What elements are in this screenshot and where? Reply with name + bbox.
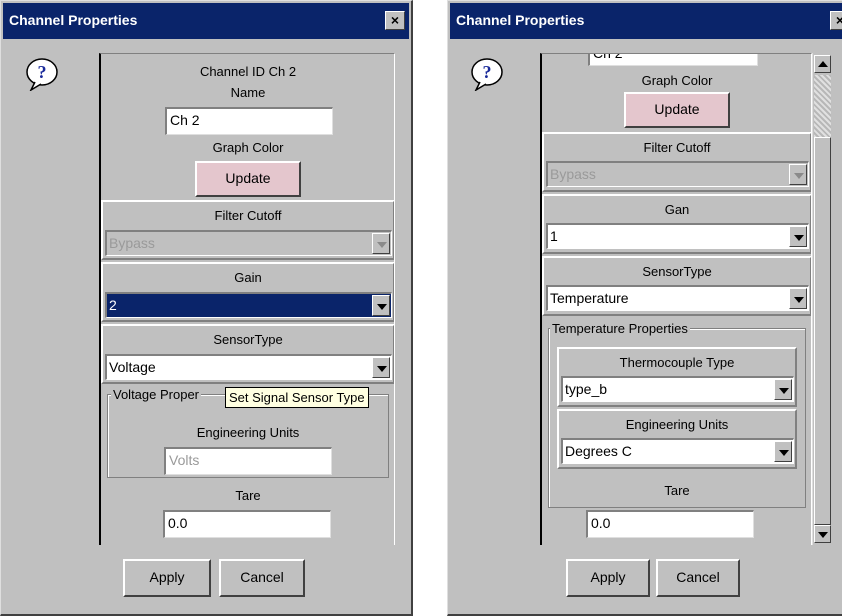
sensor-type-value: Temperature [550, 290, 629, 306]
dropdown-arrow-icon[interactable] [789, 164, 807, 185]
sensor-type-label: SensorType [642, 264, 712, 279]
scroll-up-button[interactable] [814, 55, 831, 73]
dropdown-arrow-icon[interactable] [789, 226, 807, 247]
thermocouple-type-select[interactable]: type_b [561, 376, 794, 402]
gain-value: 1 [550, 228, 558, 244]
gain-label: Gain [234, 270, 262, 285]
sensor-type-select[interactable]: Temperature [546, 285, 809, 311]
thermocouple-type-value: type_b [565, 381, 608, 397]
graph-color-label: Graph Color [212, 140, 284, 155]
channel-id-label: Channel ID Ch 2 [199, 64, 297, 79]
channel-properties-dialog-left: Channel Properties × ? Channel ID Ch 2 N… [0, 0, 413, 616]
name-field[interactable]: Ch 2 [165, 107, 333, 135]
sensor-type-select[interactable]: Voltage [105, 354, 392, 380]
filter-cutoff-group: Filter Cutoff Bypass [101, 200, 394, 260]
update-color-button[interactable]: Update [195, 161, 301, 197]
dropdown-arrow-icon[interactable] [789, 288, 807, 309]
filter-cutoff-value: Bypass [550, 166, 596, 182]
dropdown-arrow-icon[interactable] [774, 379, 792, 400]
gain-group: Gan 1 [542, 194, 811, 254]
channel-properties-dialog-right: Channel Properties × ? Ch 2 Graph Color … [447, 0, 842, 616]
cancel-button[interactable]: Cancel [219, 559, 305, 597]
cancel-button[interactable]: Cancel [656, 559, 740, 597]
sensor-type-value: Voltage [109, 359, 156, 375]
scroll-up-icon [818, 61, 828, 67]
engineering-units-value: Degrees C [565, 443, 632, 459]
engineering-units-select[interactable]: Degrees C [561, 438, 794, 464]
apply-button[interactable]: Apply [123, 559, 211, 597]
engineering-units-label: Engineering Units [196, 425, 300, 440]
name-label: Name [230, 85, 266, 100]
filter-cutoff-group: Filter Cutoff Bypass [542, 132, 811, 192]
gain-group: Gain 2 [101, 262, 394, 322]
engineering-units-group: Engineering Units Degrees C [557, 409, 797, 469]
temperature-properties-legend: Temperature Properties [550, 321, 690, 336]
tare-label: Tare [235, 488, 261, 503]
name-field-clipped[interactable]: Ch 2 [588, 54, 758, 66]
apply-button[interactable]: Apply [566, 559, 650, 597]
gain-value: 2 [109, 297, 117, 313]
scroll-track[interactable] [814, 75, 831, 137]
gain-select[interactable]: 1 [546, 223, 809, 249]
tare-field[interactable]: 0.0 [163, 510, 331, 538]
filter-cutoff-label: Filter Cutoff [214, 208, 282, 223]
dialog-title: Channel Properties [9, 12, 138, 28]
close-button[interactable]: × [830, 11, 842, 30]
filter-cutoff-select[interactable]: Bypass [105, 230, 392, 256]
scroll-thumb[interactable] [814, 137, 831, 525]
scroll-down-button[interactable] [814, 525, 831, 543]
filter-cutoff-value: Bypass [109, 235, 155, 251]
sensor-type-group: SensorType Temperature [542, 256, 811, 316]
thermocouple-type-group: Thermocouple Type type_b [557, 347, 797, 407]
filter-cutoff-select[interactable]: Bypass [546, 161, 809, 187]
close-icon: × [390, 12, 400, 28]
graph-color-label: Graph Color [641, 73, 713, 88]
properties-panel: Channel ID Ch 2 Name Ch 2 Graph Color Up… [99, 53, 395, 545]
dialog-title: Channel Properties [456, 12, 585, 28]
svg-text:?: ? [38, 62, 47, 82]
close-icon: × [835, 12, 842, 28]
sensor-type-label: SensorType [213, 332, 283, 347]
gain-select[interactable]: 2 [105, 292, 392, 318]
vertical-scrollbar[interactable] [812, 53, 832, 545]
tare-field[interactable]: 0.0 [586, 510, 754, 538]
thermocouple-type-label: Thermocouple Type [619, 355, 735, 370]
svg-text:?: ? [483, 62, 492, 82]
filter-cutoff-label: Filter Cutoff [643, 140, 711, 155]
gain-label: Gan [664, 202, 690, 217]
dropdown-arrow-icon[interactable] [372, 295, 390, 316]
tare-label: Tare [664, 483, 690, 498]
properties-panel-scrolled: Ch 2 Graph Color Update Filter Cutoff By… [540, 53, 812, 545]
sensor-type-group: SensorType Voltage [101, 324, 394, 384]
update-color-button[interactable]: Update [624, 92, 730, 128]
dropdown-arrow-icon[interactable] [372, 233, 390, 254]
title-bar[interactable]: Channel Properties × [3, 3, 409, 39]
help-question-icon: ? [471, 58, 503, 91]
dropdown-arrow-icon[interactable] [372, 357, 390, 378]
dropdown-arrow-icon[interactable] [774, 441, 792, 462]
engineering-units-field[interactable]: Volts [164, 447, 332, 475]
help-question-icon: ? [26, 58, 58, 91]
close-button[interactable]: × [385, 11, 405, 30]
voltage-properties-legend: Voltage Proper [111, 387, 202, 402]
engineering-units-label: Engineering Units [625, 417, 729, 432]
temperature-properties-fieldset: Thermocouple Type type_b Engineering Uni… [548, 328, 806, 508]
sensor-type-tooltip: Set Signal Sensor Type [225, 387, 369, 408]
title-bar[interactable]: Channel Properties × [450, 3, 842, 39]
scroll-down-icon [818, 532, 828, 538]
